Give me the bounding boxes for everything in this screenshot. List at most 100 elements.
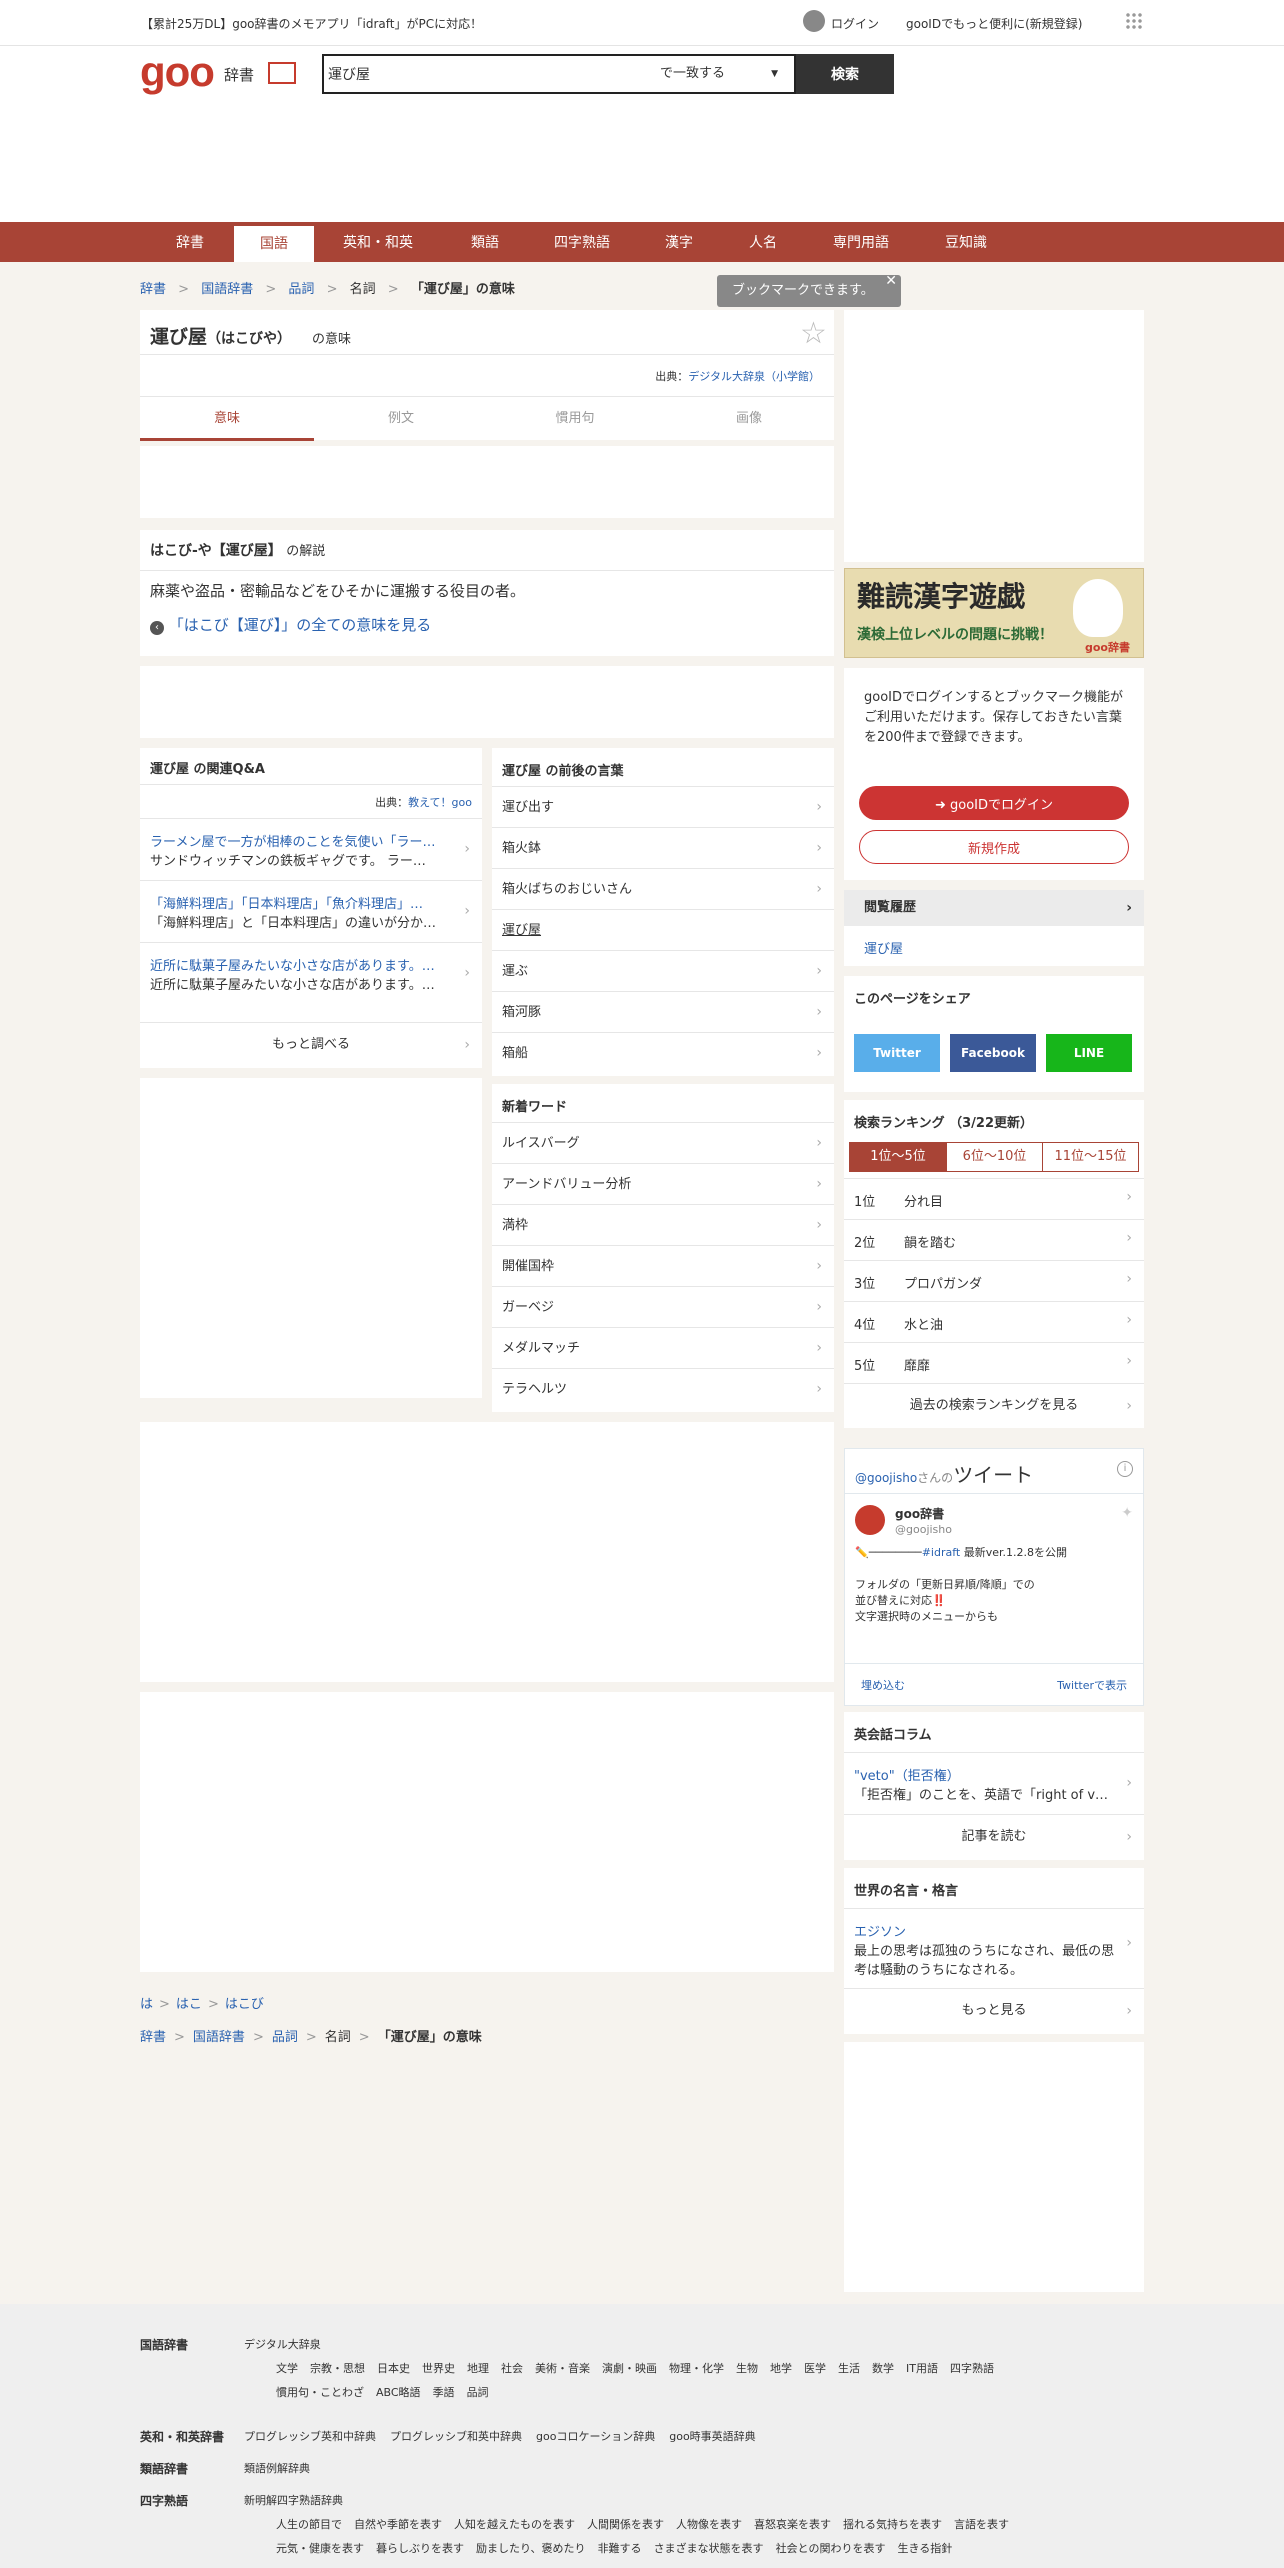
nav-item-jisho[interactable]: 辞書: [160, 222, 220, 262]
promo-link[interactable]: 【累計25万DL】goo辞書のメモアプリ「idraft」がPCに対応！: [141, 15, 482, 32]
footer-link[interactable]: gooコロケーション辞典: [536, 2428, 655, 2444]
tab-imi[interactable]: 意味: [140, 397, 314, 441]
footer-link[interactable]: 元気・健康を表す: [276, 2540, 364, 2556]
view-on-twitter-link[interactable]: Twitterで表示: [1057, 1677, 1127, 1693]
newword-item[interactable]: 開催国枠 ›: [492, 1245, 834, 1286]
line-share-button[interactable]: LINE: [1046, 1034, 1132, 1072]
footer-link[interactable]: 宗教・思想: [310, 2360, 365, 2376]
footer-link[interactable]: goo時事英語辞典: [669, 2428, 755, 2444]
nav-item-yoji[interactable]: 四字熟語: [540, 222, 624, 262]
footer-link[interactable]: プログレッシブ和英中辞典: [390, 2428, 522, 2444]
search-input[interactable]: [328, 59, 648, 89]
footer-link[interactable]: 品詞: [467, 2384, 489, 2400]
twitter-share-button[interactable]: Twitter: [854, 1034, 940, 1072]
nav-item-kokugo[interactable]: 国語: [234, 226, 314, 262]
footer-link[interactable]: さまざまな状態を表す: [654, 2540, 764, 2556]
ranking-more-button[interactable]: 過去の検索ランキングを見る ›: [844, 1383, 1144, 1427]
nearby-item[interactable]: 箱船 ›: [492, 1032, 834, 1073]
footer-link[interactable]: IT用語: [906, 2360, 938, 2376]
explain-link[interactable]: 「はこび【運び】」の全ての意味を見る: [169, 616, 432, 634]
footer-link[interactable]: 人間関係を表す: [587, 2516, 664, 2532]
close-icon[interactable]: ✕: [885, 265, 897, 297]
qa-item[interactable]: ラーメン屋で一方が相棒のことを気使い「ラー… サンドウィッチマンの鉄板ギャグです。…: [140, 818, 482, 880]
footer-link[interactable]: 地理: [467, 2360, 489, 2376]
footer-link[interactable]: 類語例解辞典: [244, 2460, 310, 2476]
tab-gazou[interactable]: 画像: [662, 397, 836, 441]
kanji-game-banner[interactable]: 難読漢字遊戯 漢検上位レベルの問題に挑戦！ goo辞書: [844, 568, 1144, 658]
quote-item[interactable]: エジソン 最上の思考は孤独のうちになされ、最低の思考は騒動のうちになされる。 ›: [844, 1908, 1144, 1988]
qa-item[interactable]: 「海鮮料理店」「日本料理店」「魚介料理店」… 「海鮮料理店」と「日本料理店」の違い…: [140, 880, 482, 942]
quote-more-button[interactable]: もっと見る ›: [844, 1988, 1144, 2032]
login-link[interactable]: ログイン: [831, 15, 879, 32]
embed-link[interactable]: 埋め込む: [861, 1677, 905, 1693]
history-item[interactable]: 運び屋: [864, 938, 903, 957]
qa-item[interactable]: 近所に駄菓子屋みたいな小さな店があります。… 近所に駄菓子屋みたいな小さな店があり…: [140, 942, 482, 1004]
facebook-share-button[interactable]: Facebook: [950, 1034, 1036, 1072]
footer-link[interactable]: 美術・音楽: [535, 2360, 590, 2376]
nav-item-senmon[interactable]: 専門用語: [818, 222, 904, 262]
tab-kanyouku[interactable]: 慣用句: [488, 397, 662, 441]
info-icon[interactable]: i: [1117, 1461, 1133, 1477]
footer-link[interactable]: プログレッシブ英和中辞典: [244, 2428, 376, 2444]
breadcrumb-item[interactable]: 国語辞書: [201, 282, 253, 297]
footer-link[interactable]: 人知を越えたものを表す: [454, 2516, 575, 2532]
nav-item-ruigo[interactable]: 類語: [450, 222, 520, 262]
nav-item-mame[interactable]: 豆知識: [926, 222, 1006, 262]
footer-link[interactable]: 日本史: [377, 2360, 410, 2376]
nav-item-eiwa[interactable]: 英和・和英: [330, 222, 426, 262]
footer-link[interactable]: 非難する: [598, 2540, 642, 2556]
footer-link[interactable]: 人生の節目で: [276, 2516, 342, 2532]
footer-link[interactable]: 数学: [872, 2360, 894, 2376]
newword-item[interactable]: ルイスバーグ ›: [492, 1122, 834, 1163]
footer-link[interactable]: 地学: [770, 2360, 792, 2376]
breadcrumb-item[interactable]: 辞書: [140, 282, 166, 297]
footer-link[interactable]: 人物像を表す: [676, 2516, 742, 2532]
footer-link[interactable]: 慣用句・ことわざ: [276, 2384, 364, 2400]
newword-item[interactable]: ガーベジ ›: [492, 1286, 834, 1327]
ranking-item[interactable]: 2位 韻を踏む ›: [844, 1219, 1144, 1260]
footer-link[interactable]: 文学: [276, 2360, 298, 2376]
search-button[interactable]: 検索: [796, 54, 894, 94]
footer-link[interactable]: 喜怒哀楽を表す: [754, 2516, 831, 2532]
footer-link[interactable]: 言語を表す: [954, 2516, 1009, 2532]
match-select[interactable]: で一致する ▼: [660, 59, 784, 89]
goo-logo[interactable]: goo: [140, 48, 215, 96]
nearby-item[interactable]: 箱火鉢 ›: [492, 827, 834, 868]
footer-link[interactable]: 揺れる気持ちを表す: [843, 2516, 942, 2532]
nav-item-jinmei[interactable]: 人名: [730, 222, 796, 262]
footer-link[interactable]: 社会との関わりを表す: [776, 2540, 886, 2556]
nearby-item[interactable]: 箱河豚 ›: [492, 991, 834, 1032]
ranking-item[interactable]: 3位 プロパガンダ ›: [844, 1260, 1144, 1301]
breadcrumb-item[interactable]: 品詞: [288, 282, 314, 297]
ranking-tab[interactable]: 1位～5位: [850, 1143, 946, 1171]
newword-item[interactable]: メダルマッチ ›: [492, 1327, 834, 1368]
footer-link[interactable]: 医学: [804, 2360, 826, 2376]
qa-more-button[interactable]: もっと調べる ›: [140, 1022, 482, 1066]
footer-link[interactable]: 四字熟語: [950, 2360, 994, 2376]
footer-link[interactable]: 物理・化学: [669, 2360, 724, 2376]
nearby-item[interactable]: 運び出す ›: [492, 786, 834, 827]
eikaiwa-item[interactable]: "veto"（拒否権） 「拒否権」のことを、英語で「right of v… ›: [844, 1752, 1144, 1814]
ranking-tab[interactable]: 11位～15位: [1042, 1143, 1138, 1171]
ranking-item[interactable]: 5位 靡靡 ›: [844, 1342, 1144, 1383]
source-link[interactable]: デジタル大辞泉（小学館）: [688, 370, 820, 383]
footer-link[interactable]: 演劇・映画: [602, 2360, 657, 2376]
star-icon[interactable]: ☆: [800, 316, 827, 351]
nav-item-kanji[interactable]: 漢字: [648, 222, 710, 262]
register-link[interactable]: gooIDでもっと便利に(新規登録): [906, 15, 1082, 32]
ranking-tab[interactable]: 6位～10位: [946, 1143, 1042, 1171]
footer-link[interactable]: ABC略語: [376, 2384, 421, 2400]
newword-item[interactable]: 満枠 ›: [492, 1204, 834, 1245]
footer-link[interactable]: 励ましたり、褒めたり: [476, 2540, 586, 2556]
avatar[interactable]: [855, 1505, 885, 1535]
create-account-button[interactable]: 新規作成: [859, 830, 1129, 864]
footer-link[interactable]: 生物: [736, 2360, 758, 2376]
gooid-login-button[interactable]: ➜ gooIDでログイン: [859, 786, 1129, 820]
footer-link[interactable]: 社会: [501, 2360, 523, 2376]
nearby-item[interactable]: 箱火ばちのおじいさん ›: [492, 868, 834, 909]
footer-link[interactable]: 生きる指針: [897, 2540, 952, 2556]
footer-link[interactable]: 自然や季節を表す: [354, 2516, 442, 2532]
newword-item[interactable]: アーンドバリュー分析 ›: [492, 1163, 834, 1204]
footer-link[interactable]: 暮らしぶりを表す: [376, 2540, 464, 2556]
footer-link[interactable]: 世界史: [422, 2360, 455, 2376]
